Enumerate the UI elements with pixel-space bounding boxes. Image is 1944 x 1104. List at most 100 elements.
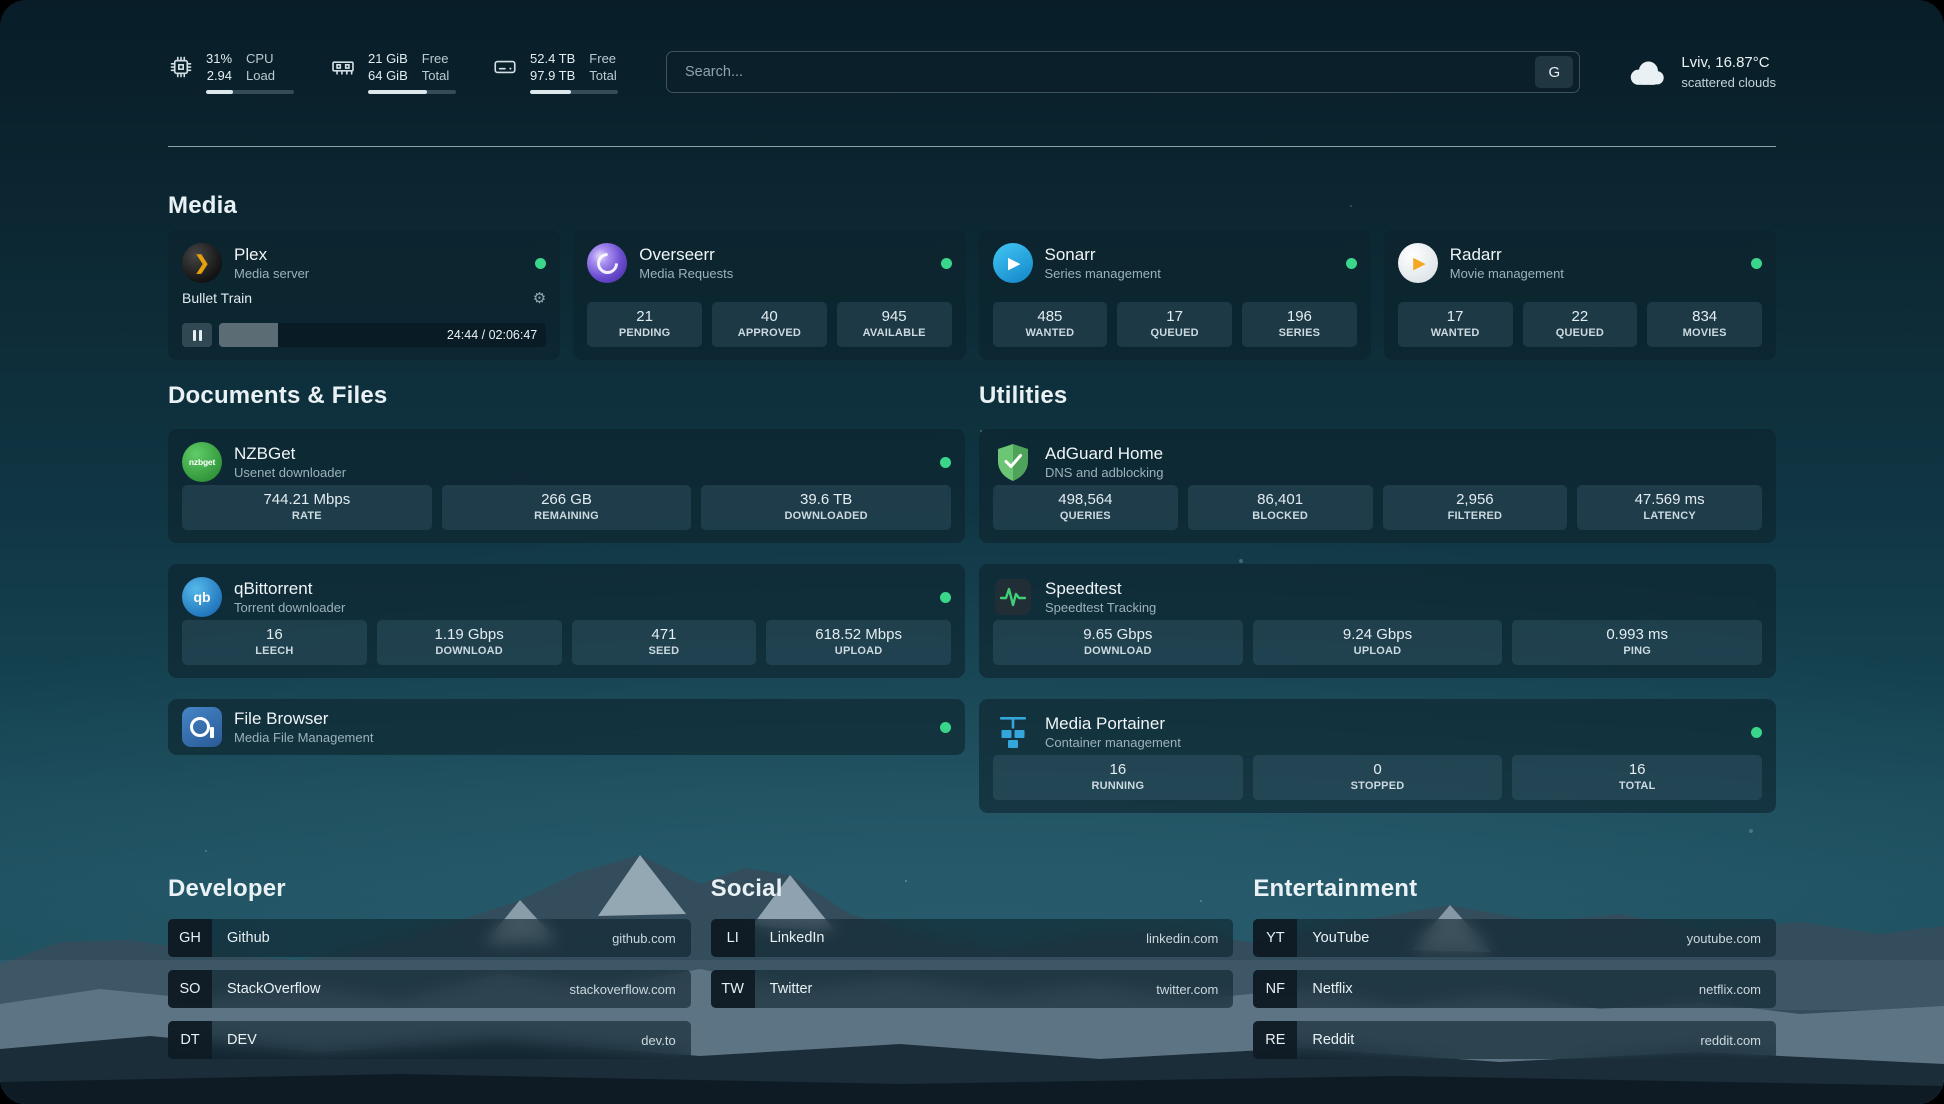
portainer-icon [993, 712, 1033, 752]
cpu-label: CPU [246, 50, 275, 67]
bookmark-linkedin[interactable]: LI LinkedIn linkedin.com [711, 919, 1234, 957]
status-dot [1346, 258, 1357, 269]
disk-total-value: 97.9 TB [530, 67, 575, 84]
app-name: File Browser [234, 709, 373, 729]
bookmark-url: reddit.com [1700, 1033, 1761, 1048]
section-title-media: Media [168, 191, 1776, 221]
speedtest-icon [993, 577, 1033, 617]
pause-button[interactable] [182, 323, 212, 347]
bookmark-abbr: NF [1253, 970, 1297, 1008]
app-name: Plex [234, 245, 309, 265]
dashboard: 31% 2.94 CPU Load [0, 0, 1944, 1104]
bookmark-github[interactable]: GH Github github.com [168, 919, 691, 957]
bookmark-abbr: DT [168, 1021, 212, 1059]
stat-box: 40APPROVED [712, 302, 827, 347]
bookmark-abbr: YT [1253, 919, 1297, 957]
top-bar: 31% 2.94 CPU Load [168, 40, 1776, 104]
bookmark-dev[interactable]: DT DEV dev.to [168, 1021, 691, 1059]
bookmark-netflix[interactable]: NF Netflix netflix.com [1253, 970, 1776, 1008]
qbittorrent-card[interactable]: qBittorrent Torrent downloader 16LEECH 1… [168, 564, 965, 678]
qbittorrent-icon [182, 577, 222, 617]
bookmark-name: StackOverflow [227, 981, 320, 997]
stat-box: 21PENDING [587, 302, 702, 347]
stat-box: 945AVAILABLE [837, 302, 952, 347]
app-subtitle: Movie management [1450, 266, 1564, 282]
stat-box: 485WANTED [993, 302, 1108, 347]
stat-box: 9.65 GbpsDOWNLOAD [993, 620, 1243, 665]
app-name: NZBGet [234, 444, 346, 464]
portainer-card[interactable]: Media Portainer Container management 16R… [979, 699, 1776, 813]
stat-box: 9.24 GbpsUPLOAD [1253, 620, 1503, 665]
stat-box: 16LEECH [182, 620, 367, 665]
filebrowser-card[interactable]: File Browser Media File Management [168, 699, 965, 755]
stat-box: 498,564QUERIES [993, 485, 1178, 530]
stat-box: 0STOPPED [1253, 755, 1503, 800]
disk-free-label: Free [589, 50, 616, 67]
filebrowser-icon [182, 707, 222, 747]
app-name: Media Portainer [1045, 714, 1181, 734]
bookmark-reddit[interactable]: RE Reddit reddit.com [1253, 1021, 1776, 1059]
nzbget-icon [182, 442, 222, 482]
stat-box: 744.21 MbpsRATE [182, 485, 432, 530]
stat-box: 47.569 msLATENCY [1577, 485, 1762, 530]
bookmark-name: Twitter [770, 981, 813, 997]
speedtest-card[interactable]: Speedtest Speedtest Tracking 9.65 GbpsDO… [979, 564, 1776, 678]
stat-box: 39.6 TBDOWNLOADED [701, 485, 951, 530]
bookmark-name: YouTube [1312, 930, 1369, 946]
ram-total-label: Total [422, 67, 449, 84]
cpu-widget: 31% 2.94 CPU Load [168, 50, 294, 94]
app-name: Speedtest [1045, 579, 1156, 599]
status-dot [940, 592, 951, 603]
app-subtitle: Container management [1045, 735, 1181, 751]
app-name: Overseerr [639, 245, 733, 265]
sonarr-card[interactable]: Sonarr Series management 485WANTED 17QUE… [979, 230, 1371, 360]
disk-widget: 52.4 TB 97.9 TB Free Total [492, 50, 618, 94]
overseerr-card[interactable]: Overseerr Media Requests 21PENDING 40APP… [573, 230, 965, 360]
plex-progress-fill [219, 323, 278, 347]
app-subtitle: Speedtest Tracking [1045, 600, 1156, 616]
stat-box: 618.52 MbpsUPLOAD [766, 620, 951, 665]
plex-card[interactable]: Plex Media server Bullet Train ⚙ 24:4 [168, 230, 560, 360]
stat-box: 266 GBREMAINING [442, 485, 692, 530]
cpu-load-value: 2.94 [206, 67, 232, 84]
bookmark-stackoverflow[interactable]: SO StackOverflow stackoverflow.com [168, 970, 691, 1008]
stat-box: 196SERIES [1242, 302, 1357, 347]
section-media: Media Plex Media server Bullet Train ⚙ [168, 191, 1776, 360]
plex-now-playing-title: Bullet Train [182, 290, 252, 306]
plex-seek-bar[interactable]: 24:44 / 02:06:47 [219, 323, 546, 347]
search-bar: G [666, 51, 1580, 93]
adguard-shield-icon [993, 442, 1033, 482]
app-name: qBittorrent [234, 579, 345, 599]
bookmark-abbr: GH [168, 919, 212, 957]
section-social: Social LI LinkedIn linkedin.com TW Twitt… [711, 874, 1234, 1059]
bookmark-twitter[interactable]: TW Twitter twitter.com [711, 970, 1234, 1008]
radarr-icon [1398, 243, 1438, 283]
plex-icon [182, 243, 222, 283]
sonarr-icon [993, 243, 1033, 283]
bookmark-name: LinkedIn [770, 930, 825, 946]
cpu-progress-fill [206, 90, 233, 94]
ram-progress-fill [368, 90, 427, 94]
bookmark-youtube[interactable]: YT YouTube youtube.com [1253, 919, 1776, 957]
status-dot [1751, 727, 1762, 738]
ram-progressbar [368, 90, 456, 94]
search-input[interactable] [683, 63, 1535, 81]
app-name: Sonarr [1045, 245, 1161, 265]
disk-total-label: Total [589, 67, 616, 84]
bookmark-abbr: LI [711, 919, 755, 957]
status-dot [941, 258, 952, 269]
cloud-icon [1626, 57, 1668, 88]
cpu-icon [168, 54, 194, 80]
disk-progress-fill [530, 90, 571, 94]
topbar-divider [168, 146, 1776, 147]
bookmark-url: linkedin.com [1146, 931, 1218, 946]
nzbget-card[interactable]: NZBGet Usenet downloader 744.21 MbpsRATE… [168, 429, 965, 543]
cpu-progressbar [206, 90, 294, 94]
section-title-documents: Documents & Files [168, 381, 965, 411]
app-subtitle: Media server [234, 266, 309, 282]
adguard-card[interactable]: AdGuard Home DNS and adblocking 498,564Q… [979, 429, 1776, 543]
gear-icon[interactable]: ⚙ [533, 291, 546, 306]
radarr-card[interactable]: Radarr Movie management 17WANTED 22QUEUE… [1384, 230, 1776, 360]
search-engine-button[interactable]: G [1535, 56, 1573, 88]
status-dot [940, 722, 951, 733]
